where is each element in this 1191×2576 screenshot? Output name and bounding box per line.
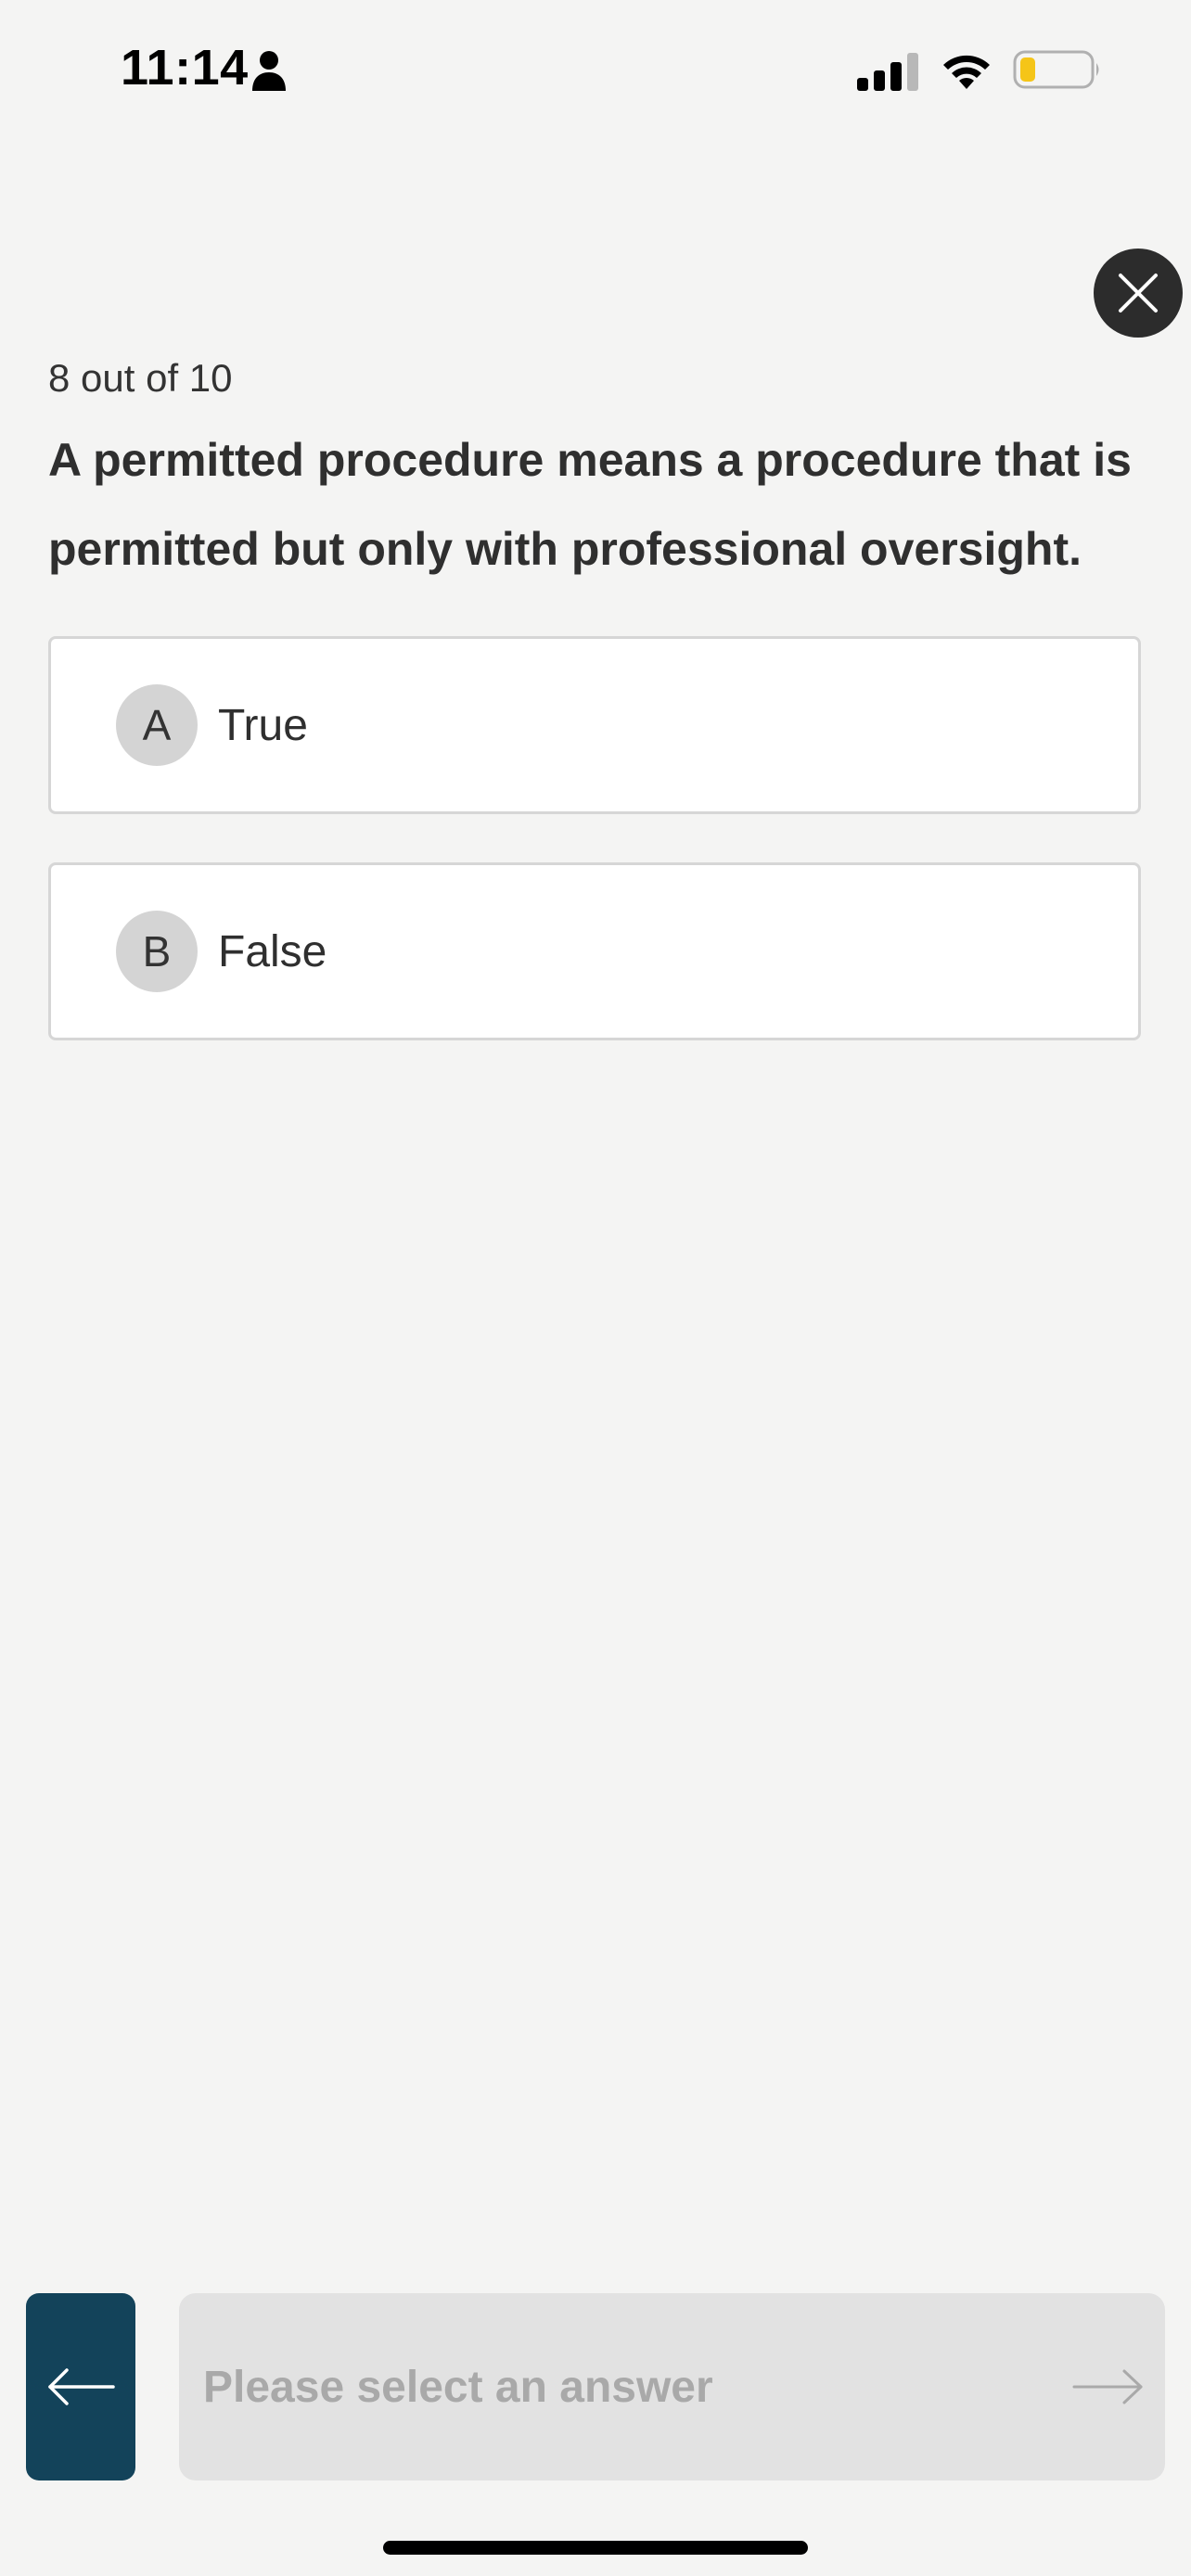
signal-icon [857,53,918,91]
arrow-left-icon [48,2368,115,2405]
answer-label: True [218,700,308,750]
back-button[interactable] [26,2293,135,2480]
close-icon [1119,274,1158,312]
question-progress: 8 out of 10 [48,356,233,400]
status-time: 11:14 [121,40,249,96]
person-icon [252,51,286,91]
arrow-right-icon [1072,2369,1143,2404]
next-button-label: Please select an answer [203,2362,713,2412]
question-text: A permitted procedure means a procedure … [48,434,1132,575]
status-bar: 11:14 [0,0,1191,139]
answer-letter-badge: B [116,911,198,992]
answer-letter-badge: A [116,684,198,766]
answer-option-a[interactable]: A True [48,636,1141,814]
answer-option-b[interactable]: B False [48,862,1141,1040]
next-button[interactable]: Please select an answer [179,2293,1165,2480]
battery-icon [1013,50,1099,89]
close-button[interactable] [1094,249,1183,338]
answer-label: False [218,926,327,976]
wifi-icon [943,55,990,89]
home-indicator[interactable] [383,2541,808,2555]
